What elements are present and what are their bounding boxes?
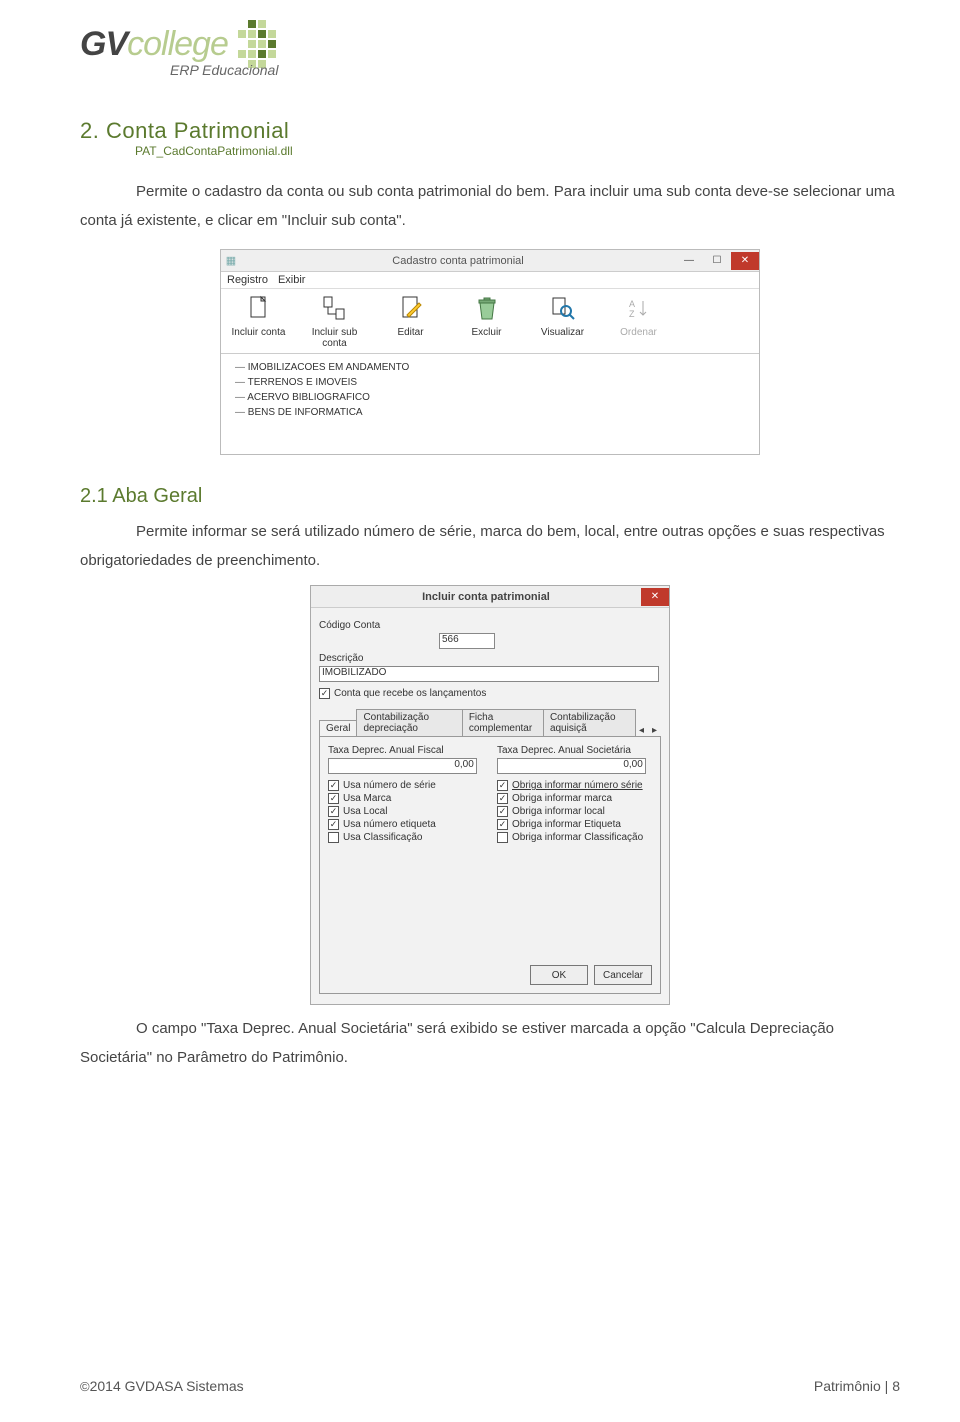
- window-close-button[interactable]: ✕: [731, 252, 759, 270]
- logo-primary: GV: [80, 25, 127, 63]
- tab-contab-deprec[interactable]: Contabilização depreciação: [356, 709, 462, 736]
- section-2-1-paragraph: Permite informar se será utilizado númer…: [80, 518, 900, 575]
- window-cadastro-conta: ▦ Cadastro conta patrimonial — ☐ ✕ Regis…: [220, 249, 760, 455]
- taxa-fiscal-label: Taxa Deprec. Anual Fiscal: [328, 745, 483, 756]
- taxa-societaria-field[interactable]: 0,00: [497, 758, 646, 774]
- tab-scroll-right-icon[interactable]: ▸: [648, 725, 661, 736]
- checkbox-obriga-numero-serie[interactable]: ✓Obriga informar número série: [497, 780, 652, 791]
- section-2-1-heading: 2.1 Aba Geral: [80, 485, 900, 508]
- toolbar-incluir-conta[interactable]: Incluir conta: [221, 289, 297, 353]
- logo-subtitle: ERP Educacional: [170, 62, 278, 78]
- section-2-dll: PAT_CadContaPatrimonial.dll: [135, 144, 900, 158]
- trailing-paragraph: O campo "Taxa Deprec. Anual Societária" …: [80, 1015, 900, 1072]
- magnifier-document-icon: [549, 295, 577, 323]
- section-2-paragraph: Permite o cadastro da conta ou sub conta…: [80, 178, 900, 235]
- window-toolbar: Incluir conta Incluir sub conta Editar E…: [221, 289, 759, 354]
- document-tree-icon: [321, 295, 349, 323]
- checkbox-obriga-etiqueta[interactable]: ✓Obriga informar Etiqueta: [497, 819, 652, 830]
- codigo-conta-label: Código Conta: [319, 620, 661, 631]
- ok-button[interactable]: OK: [530, 965, 588, 985]
- taxa-fiscal-field[interactable]: 0,00: [328, 758, 477, 774]
- checkbox-recebe-lancamentos[interactable]: ✓ Conta que recebe os lançamentos: [319, 688, 661, 699]
- trash-icon: [473, 295, 501, 323]
- codigo-conta-field[interactable]: 566: [439, 633, 495, 649]
- toolbar-excluir[interactable]: Excluir: [449, 289, 525, 353]
- checkbox-usa-classificacao[interactable]: Usa Classificação: [328, 832, 483, 843]
- tree-item[interactable]: ACERVO BIBLIOGRAFICO: [235, 390, 749, 405]
- window-minimize-button[interactable]: —: [675, 252, 703, 270]
- edit-document-icon: [397, 295, 425, 323]
- window-title: Cadastro conta patrimonial: [241, 255, 675, 267]
- window-titlebar: ▦ Cadastro conta patrimonial — ☐ ✕: [221, 250, 759, 272]
- dialog-tabs: Geral Contabilização depreciação Ficha c…: [319, 709, 661, 737]
- descricao-label: Descrição: [319, 653, 661, 664]
- logo-pixel-icon: [238, 20, 276, 68]
- tab-geral[interactable]: Geral: [319, 720, 357, 736]
- brand-logo: GVcollege ERP Educacional: [80, 20, 900, 78]
- toolbar-visualizar[interactable]: Visualizar: [525, 289, 601, 353]
- svg-text:A: A: [629, 299, 635, 309]
- dialog-incluir-conta: Incluir conta patrimonial ✕ Código Conta…: [310, 585, 670, 1005]
- tab-contab-aquisicao[interactable]: Contabilização aquisiçã: [543, 709, 636, 736]
- window-maximize-button[interactable]: ☐: [703, 252, 731, 270]
- checkbox-usa-etiqueta[interactable]: ✓Usa número etiqueta: [328, 819, 483, 830]
- tab-geral-panel: Taxa Deprec. Anual Fiscal 0,00 ✓Usa núme…: [319, 737, 661, 994]
- menu-registro[interactable]: Registro: [227, 274, 268, 286]
- taxa-societaria-label: Taxa Deprec. Anual Societária: [497, 745, 652, 756]
- checkbox-icon: ✓: [319, 688, 330, 699]
- document-new-icon: [245, 295, 273, 323]
- toolbar-incluir-sub-conta[interactable]: Incluir sub conta: [297, 289, 373, 353]
- footer-page-info: Patrimônio | 8: [814, 1378, 900, 1394]
- checkbox-obriga-classificacao[interactable]: Obriga informar Classificação: [497, 832, 652, 843]
- footer-copyright: 2014 GVDASA Sistemas: [80, 1378, 244, 1394]
- window-menu-bar: Registro Exibir: [221, 272, 759, 289]
- toolbar-ordenar: AZ Ordenar: [601, 289, 677, 353]
- checkbox-obriga-marca[interactable]: ✓Obriga informar marca: [497, 793, 652, 804]
- accounts-tree[interactable]: IMOBILIZACOES EM ANDAMENTO TERRENOS E IM…: [221, 354, 759, 454]
- tab-ficha-complementar[interactable]: Ficha complementar: [462, 709, 544, 736]
- checkbox-label: Conta que recebe os lançamentos: [334, 688, 486, 699]
- tree-item[interactable]: IMOBILIZACOES EM ANDAMENTO: [235, 360, 749, 375]
- cancel-button[interactable]: Cancelar: [594, 965, 652, 985]
- dialog-close-button[interactable]: ✕: [641, 588, 669, 606]
- tab-scroll-left-icon[interactable]: ◂: [635, 725, 648, 736]
- dialog-titlebar: Incluir conta patrimonial ✕: [311, 586, 669, 608]
- window-app-icon: ▦: [221, 254, 241, 267]
- checkbox-obriga-local[interactable]: ✓Obriga informar local: [497, 806, 652, 817]
- menu-exibir[interactable]: Exibir: [278, 274, 306, 286]
- checkbox-usa-numero-serie[interactable]: ✓Usa número de série: [328, 780, 483, 791]
- tree-item[interactable]: BENS DE INFORMATICA: [235, 405, 749, 420]
- svg-text:Z: Z: [629, 309, 635, 319]
- descricao-field[interactable]: IMOBILIZADO: [319, 666, 659, 682]
- checkbox-usa-local[interactable]: ✓Usa Local: [328, 806, 483, 817]
- sort-az-icon: AZ: [625, 295, 653, 323]
- checkbox-usa-marca[interactable]: ✓Usa Marca: [328, 793, 483, 804]
- dialog-title: Incluir conta patrimonial: [331, 591, 641, 603]
- toolbar-editar[interactable]: Editar: [373, 289, 449, 353]
- tree-item[interactable]: TERRENOS E IMOVEIS: [235, 375, 749, 390]
- page-footer: 2014 GVDASA Sistemas Patrimônio | 8: [0, 1378, 960, 1394]
- logo-secondary: college: [127, 25, 228, 63]
- section-2-heading: 2. Conta Patrimonial: [80, 118, 900, 144]
